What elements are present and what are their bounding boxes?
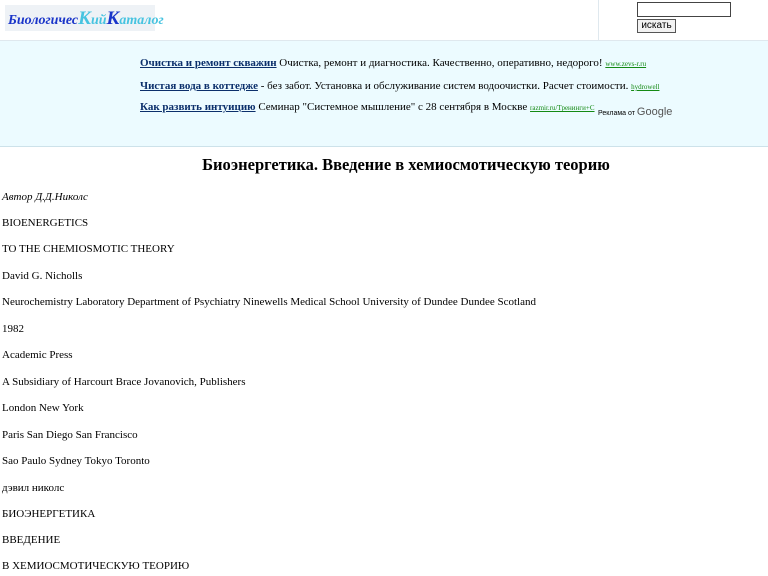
ad-url-link[interactable]: razmir.ru/Тренинги+С xyxy=(530,104,595,112)
text-line: 1982 xyxy=(2,323,24,335)
ad-item: Очистка и ремонт скважин Очистка, ремонт… xyxy=(140,57,646,69)
ad-text: - без забот. Установка и обслуживание си… xyxy=(257,80,629,92)
text-line: дэвил николс xyxy=(2,482,65,494)
text-line: Neurochemistry Laboratory Department of … xyxy=(2,296,536,308)
text-line: BIOENERGETICS xyxy=(2,217,89,229)
ad-text: Семинар "Системное мышление" с 28 сентяб… xyxy=(255,101,528,113)
text-line: TO THE CHEMIOSMOTIC THEORY xyxy=(2,243,175,255)
top-bar: БиологичесКийКаталог искать xyxy=(0,0,768,41)
text-line: ВВЕДЕНИЕ xyxy=(2,534,61,546)
logo-text: БиологичесКийКаталог xyxy=(8,8,164,29)
google-logo: Google xyxy=(636,106,673,118)
ad-item: Как развить интуицию Семинар "Системное … xyxy=(140,101,595,113)
text-line: London New York xyxy=(2,402,84,414)
ad-item: Чистая вода в коттедже - без забот. Уста… xyxy=(140,80,659,92)
text-line: Paris San Diego San Francisco xyxy=(2,429,138,441)
text-line: БИОЭНЕРГЕТИКА xyxy=(2,508,96,520)
search-button[interactable]: искать xyxy=(637,19,676,33)
text-line: Academic Press xyxy=(2,349,73,361)
ad-title-link[interactable]: Как развить интуицию xyxy=(140,101,256,113)
text-line: Sao Paulo Sydney Tokyo Toronto xyxy=(2,455,150,467)
search-input[interactable] xyxy=(637,2,731,17)
ads-by-google[interactable]: Реклама от Google xyxy=(598,106,672,118)
page-title: Биоэнергетика. Введение в хемиосмотическ… xyxy=(202,155,610,174)
text-line: David G. Nicholls xyxy=(2,270,83,282)
ad-title-link[interactable]: Очистка и ремонт скважин xyxy=(140,57,277,69)
author-line: Автор Д.Д.Николс xyxy=(2,191,88,203)
ad-url-link[interactable]: hydrowell xyxy=(631,83,659,91)
header-divider xyxy=(598,0,599,40)
ad-band: Очистка и ремонт скважин Очистка, ремонт… xyxy=(0,41,768,147)
text-line: В ХЕМИОСМОТИЧЕСКУЮ ТЕОРИЮ xyxy=(2,560,190,572)
text-line: A Subsidiary of Harcourt Brace Jovanovic… xyxy=(2,376,246,388)
ad-text: Очистка, ремонт и диагностика. Качествен… xyxy=(276,57,603,69)
site-logo[interactable]: БиологичесКийКаталог xyxy=(5,5,164,31)
ad-url-link[interactable]: www.zevs-r.ru xyxy=(605,60,646,68)
ad-title-link[interactable]: Чистая вода в коттедже xyxy=(140,80,258,92)
